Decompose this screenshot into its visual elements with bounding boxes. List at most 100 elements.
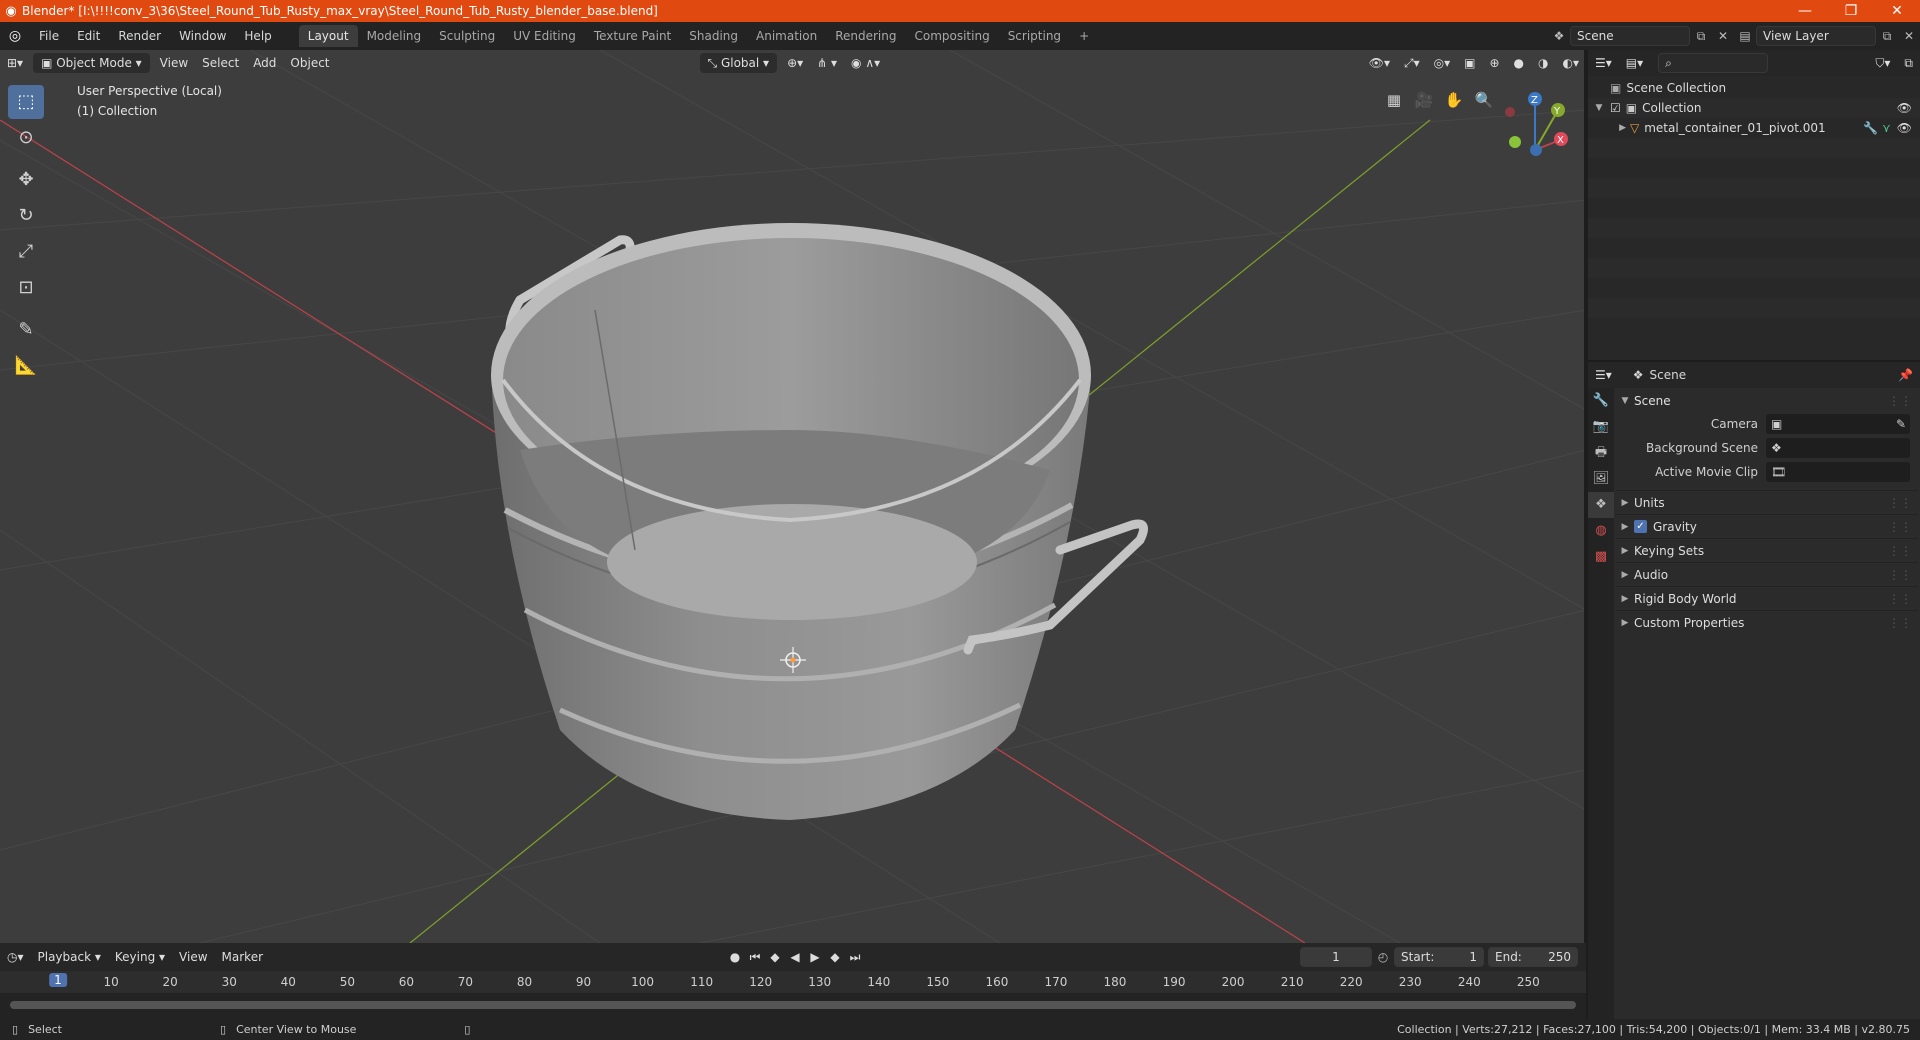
new-scene-icon[interactable]: ⧉ bbox=[1690, 26, 1712, 46]
toggle-grid-view-icon[interactable]: ▦ bbox=[1381, 87, 1407, 113]
current-frame-field[interactable]: 1 bbox=[1300, 947, 1372, 967]
workspace-tab-texture-paint[interactable]: Texture Paint bbox=[585, 25, 680, 47]
timeline-frame-ruler[interactable]: 1 10 20 30 40 50 60 70 80 90 100 110 120 130 140 150 160… bbox=[0, 971, 1586, 993]
outliner-search-field[interactable]: ⌕ bbox=[1658, 53, 1769, 73]
visibility-icon[interactable]: 👁▾ bbox=[1362, 53, 1397, 73]
preview-range-clock-icon[interactable]: ◴ bbox=[1372, 947, 1394, 967]
ruler-current-frame-marker[interactable]: 1 bbox=[49, 973, 67, 987]
scene-icon[interactable]: ❖ bbox=[1548, 26, 1570, 46]
workspace-tab-scripting[interactable]: Scripting bbox=[999, 25, 1070, 47]
menu-render[interactable]: Render bbox=[109, 25, 170, 47]
add-workspace-button[interactable]: + bbox=[1070, 25, 1098, 47]
outliner-collection-row[interactable]: ▼ ☑ ▣ Collection 👁 bbox=[1588, 98, 1920, 118]
viewport-menu-view[interactable]: View bbox=[153, 53, 195, 73]
timeline-scrollbar[interactable] bbox=[10, 1001, 1576, 1009]
panel-drag-handle-icon[interactable]: ⋮⋮ bbox=[1888, 592, 1918, 606]
transform-tool-icon[interactable]: ⊡ bbox=[8, 271, 44, 305]
minimize-button[interactable]: — bbox=[1782, 3, 1828, 19]
new-view-layer-icon[interactable]: ⧉ bbox=[1876, 26, 1898, 46]
custom-properties-panel-header[interactable]: ▶ Custom Properties ⋮⋮ bbox=[1616, 610, 1918, 634]
outliner-editor-type-icon[interactable]: ☰▾ bbox=[1588, 53, 1619, 73]
timeline-track[interactable] bbox=[0, 993, 1586, 1019]
rotate-tool-icon[interactable]: ↻ bbox=[8, 199, 44, 233]
tool-tab-icon[interactable]: 🔧 bbox=[1588, 388, 1614, 414]
menu-window[interactable]: Window bbox=[170, 25, 235, 47]
view-layer-tab-icon[interactable]: 🖼 bbox=[1588, 466, 1614, 492]
mesh-data-icon[interactable]: ⋎ bbox=[1882, 121, 1897, 135]
menu-help[interactable]: Help bbox=[235, 25, 280, 47]
xray-icon[interactable]: ▣ bbox=[1457, 53, 1482, 73]
blender-logo-icon[interactable]: ◎ bbox=[0, 28, 30, 44]
view-layer-icon[interactable]: ▤ bbox=[1734, 26, 1756, 46]
active-movie-clip-field[interactable]: 🎞 bbox=[1766, 462, 1910, 482]
metal-tub-model[interactable] bbox=[491, 223, 1149, 820]
cursor-tool-icon[interactable]: ⊙ bbox=[8, 121, 44, 155]
3d-viewport[interactable]: Z Y X ⊞▾ ▣ Object Mode ▾ View Select Add… bbox=[0, 50, 1586, 943]
timeline-editor-type-icon[interactable]: ◷▾ bbox=[0, 947, 31, 967]
camera-view-icon[interactable]: 🎥 bbox=[1411, 87, 1437, 113]
workspace-tab-rendering[interactable]: Rendering bbox=[826, 25, 905, 47]
workspace-tab-animation[interactable]: Animation bbox=[747, 25, 826, 47]
record-icon[interactable]: ● bbox=[725, 947, 745, 967]
pivot-point-icon[interactable]: ⊕▾ bbox=[780, 53, 810, 73]
jump-keyframe-back-icon[interactable]: ◆ bbox=[765, 947, 785, 967]
scene-tab-icon[interactable]: ❖ bbox=[1588, 492, 1614, 518]
panel-drag-handle-icon[interactable]: ⋮⋮ bbox=[1888, 544, 1918, 558]
viewport-menu-select[interactable]: Select bbox=[195, 53, 246, 73]
keying-sets-panel-header[interactable]: ▶ Keying Sets ⋮⋮ bbox=[1616, 538, 1918, 562]
snap-icon[interactable]: ⋔ ▾ bbox=[810, 53, 844, 73]
timeline-menu-marker[interactable]: Marker bbox=[215, 947, 270, 967]
outliner-object-row[interactable]: ▶ ▽ metal_container_01_pivot.001 🔧 ⋎ 👁 bbox=[1588, 118, 1920, 138]
gravity-checkbox[interactable]: ✓ bbox=[1634, 520, 1647, 533]
eyedropper-icon[interactable]: ✎ bbox=[1896, 417, 1910, 431]
start-frame-field[interactable]: Start: 1 bbox=[1394, 947, 1484, 967]
workspace-tab-sculpting[interactable]: Sculpting bbox=[430, 25, 504, 47]
world-tab-icon[interactable]: ◍ bbox=[1588, 518, 1614, 544]
panel-drag-handle-icon[interactable]: ⋮⋮ bbox=[1888, 520, 1918, 534]
timeline-menu-keying[interactable]: Keying ▾ bbox=[108, 947, 172, 967]
outliner-display-mode-icon[interactable]: ▤▾ bbox=[1619, 53, 1650, 73]
collection-visibility-eye-icon[interactable]: 👁 bbox=[1897, 101, 1920, 115]
transform-orientation-selector[interactable]: ⤡ Global ▾ bbox=[699, 53, 778, 73]
pan-view-hand-icon[interactable]: ✋ bbox=[1441, 87, 1467, 113]
menu-file[interactable]: File bbox=[30, 25, 68, 47]
timeline-menu-playback[interactable]: Playback ▾ bbox=[31, 947, 108, 967]
workspace-tab-shading[interactable]: Shading bbox=[680, 25, 747, 47]
measure-tool-icon[interactable]: 📐 bbox=[8, 349, 44, 383]
select-box-tool-icon[interactable]: ⬚ bbox=[8, 85, 44, 119]
rigid-body-world-panel-header[interactable]: ▶ Rigid Body World ⋮⋮ bbox=[1616, 586, 1918, 610]
shading-material-icon[interactable]: ◑ bbox=[1531, 53, 1555, 73]
audio-panel-header[interactable]: ▶ Audio ⋮⋮ bbox=[1616, 562, 1918, 586]
timeline-menu-view[interactable]: View bbox=[172, 947, 214, 967]
texture-tab-icon[interactable]: ▩ bbox=[1588, 544, 1614, 570]
output-tab-icon[interactable]: 🖶 bbox=[1588, 440, 1614, 466]
shading-wireframe-icon[interactable]: ⊕ bbox=[1482, 53, 1506, 73]
jump-start-icon[interactable]: ⏮ bbox=[745, 947, 765, 967]
modifier-wrench-icon[interactable]: 🔧 bbox=[1863, 121, 1882, 135]
shading-rendered-icon[interactable]: ◐▾ bbox=[1556, 53, 1585, 73]
delete-view-layer-icon[interactable]: ✕ bbox=[1898, 26, 1920, 46]
properties-editor-type-icon[interactable]: ☰▾ bbox=[1588, 365, 1619, 385]
jump-end-icon[interactable]: ⏭ bbox=[845, 947, 865, 967]
outliner-scene-collection-row[interactable]: ▣ Scene Collection bbox=[1588, 78, 1920, 98]
workspace-tab-uv-editing[interactable]: UV Editing bbox=[504, 25, 585, 47]
annotate-tool-icon[interactable]: ✎ bbox=[8, 313, 44, 347]
collection-expand-icon[interactable]: ▼ bbox=[1588, 103, 1610, 113]
panel-drag-handle-icon[interactable]: ⋮⋮ bbox=[1888, 568, 1918, 582]
background-scene-field[interactable]: ❖ bbox=[1766, 438, 1910, 458]
play-icon[interactable]: ▶ bbox=[805, 947, 825, 967]
render-tab-icon[interactable]: 📷 bbox=[1588, 414, 1614, 440]
jump-keyframe-forward-icon[interactable]: ◆ bbox=[825, 947, 845, 967]
gizmo-toggle-icon[interactable]: ⤢▾ bbox=[1397, 53, 1427, 73]
workspace-tab-modeling[interactable]: Modeling bbox=[358, 25, 431, 47]
panel-drag-handle-icon[interactable]: ⋮⋮ bbox=[1888, 496, 1918, 510]
move-tool-icon[interactable]: ✥ bbox=[8, 163, 44, 197]
scene-panel-header[interactable]: ▼ Scene ⋮⋮ bbox=[1616, 390, 1918, 412]
menu-edit[interactable]: Edit bbox=[68, 25, 109, 47]
close-button[interactable]: ✕ bbox=[1874, 3, 1920, 19]
viewport-menu-add[interactable]: Add bbox=[246, 53, 283, 73]
panel-drag-handle-icon[interactable]: ⋮⋮ bbox=[1888, 394, 1918, 408]
panel-drag-handle-icon[interactable]: ⋮⋮ bbox=[1888, 616, 1918, 630]
pin-icon[interactable]: 📌 bbox=[1891, 365, 1920, 385]
zoom-view-icon[interactable]: 🔍 bbox=[1471, 87, 1497, 113]
